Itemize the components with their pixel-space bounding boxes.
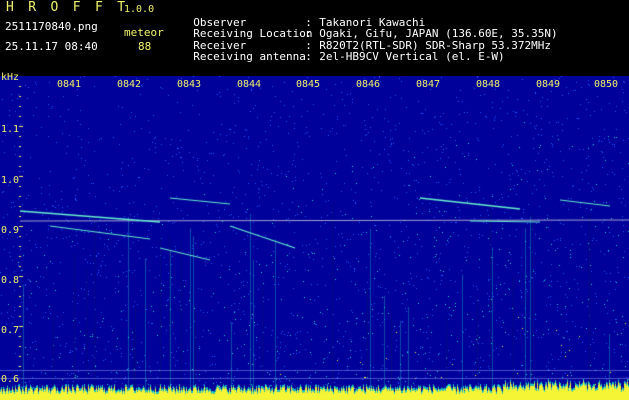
meteor-count: 88 — [138, 40, 152, 53]
frequency-unit-label: kHz — [1, 72, 20, 83]
info-value: 2el-HB9CV Vertical (el. E-W) — [319, 50, 505, 63]
time-tick-label: 0847 — [416, 79, 441, 90]
info-row-antenna: Receiving antenna: 2el-HB9CV Vertical (el… — [180, 40, 505, 63]
time-tick-label: 0849 — [536, 79, 561, 90]
time-tick-label: 0842 — [117, 79, 142, 90]
time-tick-label: 0845 — [296, 79, 321, 90]
mode-label: meteor — [124, 26, 164, 39]
timestamp: 25.11.17 08:40 — [5, 40, 98, 53]
time-tick-label: 0844 — [237, 79, 262, 90]
time-tick-label: 0850 — [594, 79, 619, 90]
info-separator: : — [305, 50, 312, 63]
spectrogram-canvas — [0, 76, 629, 400]
time-tick-label: 0843 — [177, 79, 202, 90]
freq-tick-label: 0.9 — [1, 225, 20, 236]
app-title: H R O F F T — [6, 0, 129, 15]
time-tick-label: 0841 — [57, 79, 82, 90]
app-version: 1.0.0 — [124, 4, 155, 15]
time-tick-label: 0846 — [356, 79, 381, 90]
file-name: 2511170840.png — [5, 20, 98, 33]
info-key: Receiving antenna — [193, 50, 306, 63]
freq-tick-label: 1.0 — [1, 175, 20, 186]
freq-tick-label: 0.6 — [1, 374, 20, 385]
time-tick-label: 0848 — [476, 79, 501, 90]
freq-tick-label: 0.8 — [1, 275, 20, 286]
spectrogram — [0, 76, 629, 400]
freq-tick-label: 1.1 — [1, 124, 20, 135]
freq-tick-label: 0.7 — [1, 325, 20, 336]
